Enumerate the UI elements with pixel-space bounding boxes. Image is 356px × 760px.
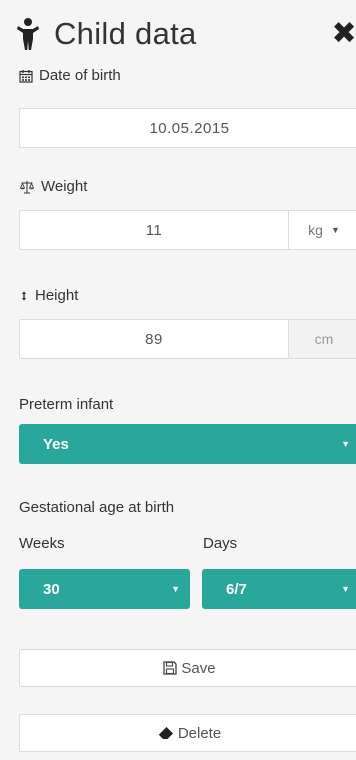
days-label-text: Days [203,535,238,552]
weight-input[interactable]: 11 [20,211,288,249]
days-select[interactable]: 6/7 ▼ [202,569,356,609]
page-title: Child data [54,16,197,51]
vertical-arrows-icon [21,290,27,301]
dob-input[interactable]: 10.05.2015 [20,109,356,147]
weight-label: Weight [19,178,87,195]
days-value: 6/7 [226,580,247,598]
dob-label-text: Date of birth [39,67,121,84]
weeks-label: Weeks [19,535,65,552]
height-unit-addon: cm [288,320,356,358]
calendar-icon [19,69,33,83]
scale-icon [19,180,35,193]
caret-down-icon: ▼ [341,584,350,594]
weight-field: 11 kg ▼ [19,210,356,250]
height-input[interactable]: 89 [20,320,288,358]
close-icon[interactable]: ✖ [331,14,356,52]
panel-header: Child data ✖ [16,14,356,54]
preterm-select[interactable]: Yes ▼ [19,424,356,464]
save-label: Save [181,659,216,677]
gestational-label: Gestational age at birth [19,499,174,516]
caret-down-icon: ▼ [330,225,340,235]
delete-label: Delete [177,724,222,742]
weeks-label-text: Weeks [19,535,65,552]
delete-button[interactable]: Delete [19,714,356,752]
height-label: Height [19,287,78,304]
days-label: Days [203,535,237,552]
child-icon [17,18,39,50]
weight-unit-select[interactable]: kg ▼ [288,211,356,249]
height-unit-value: cm [314,331,334,347]
preterm-value: Yes [43,435,69,453]
preterm-label: Preterm infant [19,396,113,413]
dob-field[interactable]: 10.05.2015 [19,108,356,148]
eraser-icon [158,727,173,739]
weight-label-text: Weight [41,178,88,195]
save-button[interactable]: Save [19,649,356,687]
dob-label: Date of birth [19,67,121,84]
child-data-panel: Child data ✖ Date of birth 10.05.2015 We… [0,0,356,760]
preterm-label-text: Preterm infant [19,396,114,413]
caret-down-icon: ▼ [171,584,180,594]
height-label-text: Height [35,287,79,304]
caret-down-icon: ▼ [341,439,350,449]
height-field: 89 cm [19,319,356,359]
floppy-disk-icon [163,661,178,675]
weeks-value: 30 [43,580,60,598]
gestational-label-text: Gestational age at birth [19,499,175,516]
weeks-select[interactable]: 30 ▼ [19,569,190,609]
weight-unit-value: kg [308,222,323,238]
